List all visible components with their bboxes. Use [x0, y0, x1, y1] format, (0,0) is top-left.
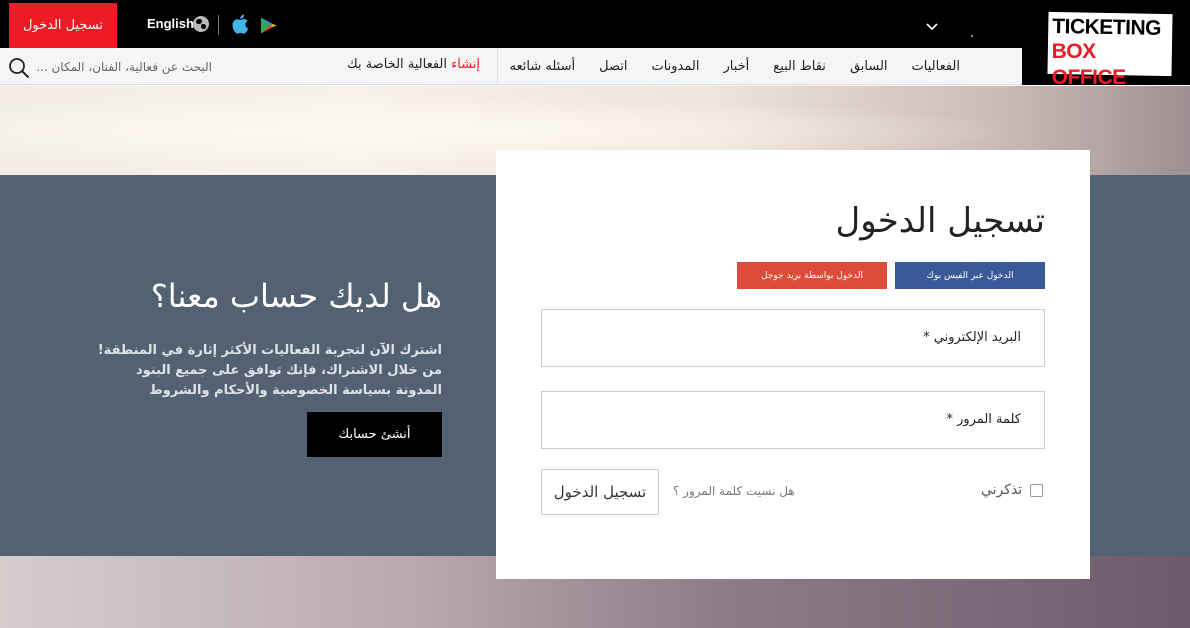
email-field[interactable]: البريد الإلكتروني * — [541, 309, 1045, 367]
search-icon[interactable] — [8, 57, 30, 79]
email-label: البريد الإلكتروني * — [923, 330, 1021, 345]
site-logo[interactable]: TICKETING BOX OFFICE — [1022, 3, 1190, 89]
forgot-password-link[interactable]: هل نسيت كلمة المرور ؟ — [673, 484, 795, 498]
nav-item-faq[interactable]: أسئله شائعه — [498, 59, 588, 74]
chevron-down-icon[interactable] — [925, 22, 939, 32]
divider — [218, 15, 219, 35]
create-event-link[interactable]: إنشاء الفعالية الخاصة بك — [347, 57, 480, 72]
signup-title: هل لديك حساب معنا؟ — [150, 277, 442, 315]
password-field[interactable]: كلمة المرور * — [541, 391, 1045, 449]
nav-item-points-of-sale[interactable]: نقاط البيع — [761, 59, 838, 74]
google-login-button[interactable]: الدخول بواسطة بريد جوجل — [737, 262, 887, 289]
create-event-text: الفعالية الخاصة بك — [347, 57, 452, 72]
nav-item-events[interactable]: الفعاليات — [900, 59, 972, 74]
facebook-login-button[interactable]: الدخول عبر الفيس بوك — [895, 262, 1045, 289]
remember-me[interactable]: تذكرني — [981, 482, 1044, 498]
header-login-button[interactable]: تسجيل الدخول — [9, 3, 117, 48]
remember-checkbox[interactable] — [1030, 483, 1044, 497]
google-play-icon[interactable] — [260, 17, 277, 34]
nav-menu: الفعاليات السابق نقاط البيع أخبار المدون… — [498, 48, 972, 85]
apple-app-store-icon[interactable] — [231, 14, 249, 34]
logo-line-2: BOX OFFICE — [1051, 39, 1126, 89]
language-switch[interactable]: English — [147, 16, 194, 31]
create-event-highlight: إنشاء — [451, 57, 481, 72]
login-submit-button[interactable]: تسجيل الدخول — [541, 469, 659, 515]
decor-dot — [971, 35, 973, 37]
signup-description: اشترك الآن لتجربة الفعاليات الأكثر إثارة… — [97, 343, 442, 398]
logo-badge: TICKETING BOX OFFICE — [1047, 11, 1173, 89]
nav-item-blogs[interactable]: المدونات — [639, 59, 711, 74]
password-label: كلمة المرور * — [946, 412, 1021, 427]
nav-item-news[interactable]: أخبار — [711, 59, 761, 74]
nav-item-contact[interactable]: اتصل — [587, 59, 639, 74]
remember-label: تذكرني — [981, 482, 1023, 498]
search-input[interactable] — [32, 55, 212, 79]
login-title: تسجيل الدخول — [835, 201, 1046, 241]
globe-icon[interactable] — [193, 16, 209, 32]
nav-item-past[interactable]: السابق — [838, 59, 900, 74]
create-account-button[interactable]: أنشئ حسابك — [307, 412, 442, 457]
logo-line-1: TICKETING — [1052, 14, 1162, 40]
